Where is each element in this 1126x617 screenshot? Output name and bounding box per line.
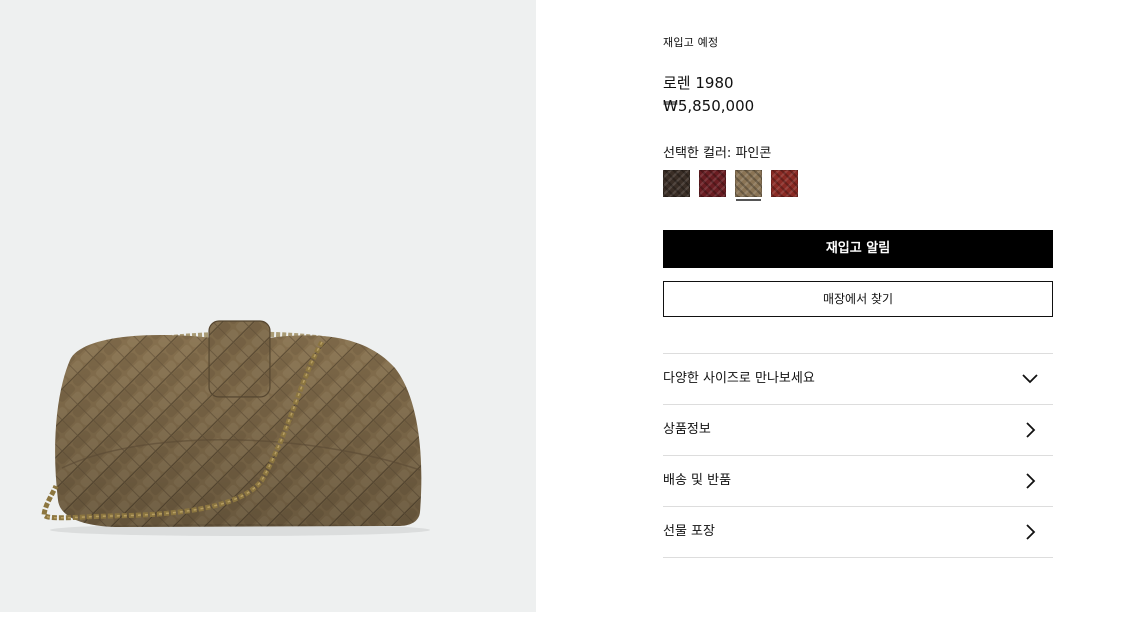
accordion-item-product-info[interactable]: 상품정보 — [663, 405, 1053, 456]
chevron-down-icon — [1022, 374, 1038, 384]
color-swatches — [663, 170, 798, 201]
selected-color: 선택한 컬러: 파인콘 — [663, 145, 771, 163]
accordion-item-shipping-returns[interactable]: 배송 및 반품 — [663, 456, 1053, 507]
accordion-label: 다양한 사이즈로 만나보세요 — [663, 371, 815, 386]
chevron-right-icon — [1026, 524, 1036, 540]
accordion-label: 배송 및 반품 — [663, 473, 732, 488]
find-in-store-button[interactable]: 매장에서 찾기 — [663, 281, 1053, 317]
chevron-right-icon — [1026, 422, 1036, 438]
color-swatch[interactable] — [771, 170, 798, 197]
stock-status: 재입고 예정 — [663, 36, 719, 49]
accordion-label: 상품정보 — [663, 422, 711, 437]
product-accordion: 다양한 사이즈로 만나보세요 상품정보 배송 및 반품 선물 포장 — [663, 353, 1053, 558]
color-swatch[interactable] — [663, 170, 690, 197]
chevron-right-icon — [1026, 473, 1036, 489]
product-name: 로렌 1980 — [663, 74, 734, 92]
accordion-label: 선물 포장 — [663, 524, 715, 539]
accordion-item-sizes[interactable]: 다양한 사이즈로 만나보세요 — [663, 354, 1053, 405]
restock-notify-button[interactable]: 재입고 알림 — [663, 230, 1053, 268]
color-swatch[interactable] — [735, 170, 762, 201]
accordion-item-gift-wrap[interactable]: 선물 포장 — [663, 507, 1053, 558]
product-image — [41, 320, 430, 536]
color-swatch[interactable] — [699, 170, 726, 197]
selected-color-name: 파인콘 — [735, 146, 772, 161]
selected-color-prefix: 선택한 컬러: — [663, 146, 736, 161]
product-page: 재입고 예정 로렌 1980 ₩5,850,000 선택한 컬러: 파인콘 재입… — [0, 0, 1126, 617]
product-price: ₩5,850,000 — [663, 97, 755, 115]
product-image-panel — [0, 0, 536, 612]
